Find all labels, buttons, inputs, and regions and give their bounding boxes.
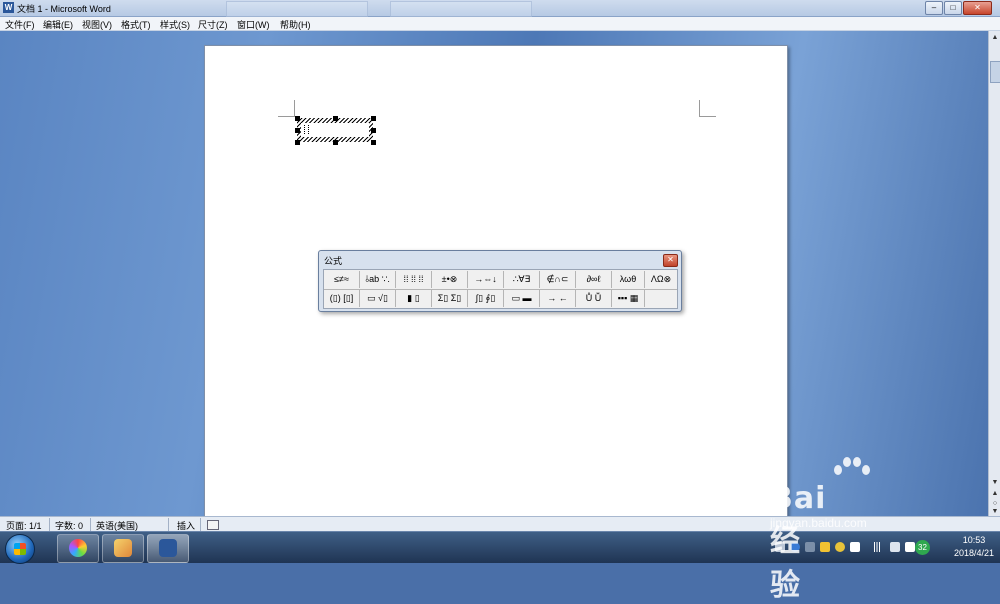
scroll-up-button[interactable]: ▲: [990, 33, 1000, 43]
clock[interactable]: 10:53 2018/4/21: [954, 534, 994, 560]
resize-handle[interactable]: [371, 116, 376, 121]
fraction-radical-palette[interactable]: ▭ √▯: [360, 289, 396, 307]
equation-object[interactable]: [297, 118, 373, 142]
resize-handle[interactable]: [371, 128, 376, 133]
misc-symbols-palette[interactable]: ∂∞ℓ: [576, 271, 612, 288]
taskbar: 32 10:53 2018/4/21: [0, 531, 1000, 564]
greek-lowercase-palette[interactable]: λωθ: [612, 271, 645, 288]
volume-icon[interactable]: [890, 542, 900, 552]
status-divider: [168, 518, 169, 531]
start-button[interactable]: [5, 534, 35, 564]
menu-window[interactable]: 窗口(W): [237, 18, 270, 31]
resize-handle[interactable]: [333, 140, 338, 145]
input-method-icon[interactable]: [905, 542, 915, 552]
equation-placeholder-slot[interactable]: [304, 125, 309, 134]
resize-handle[interactable]: [295, 140, 300, 145]
close-toolbar-button[interactable]: ✕: [663, 254, 678, 267]
menu-view[interactable]: 视图(V): [82, 18, 112, 31]
minimize-button[interactable]: –: [925, 1, 943, 15]
status-divider: [90, 518, 91, 531]
margin-corner-mark: [699, 100, 716, 117]
taskbar-word-button[interactable]: [147, 534, 189, 563]
equation-palette-grid: ≤≠≈ ⫰ab ∵. ⁞⁞ ⁞⁞ ⁞⁞ ±•⊗ →⇔↓ ∴∀∃ ∉∩⊂ ∂∞ℓ …: [323, 269, 678, 309]
proofing-icon[interactable]: [207, 520, 219, 530]
summation-palette[interactable]: Σ▯ Σ▯: [432, 289, 468, 307]
arrow-symbols-palette[interactable]: →⇔↓: [468, 271, 504, 288]
equation-toolbar-title: 公式: [324, 256, 343, 266]
status-divider: [49, 518, 50, 531]
taskbar-app-button[interactable]: [57, 534, 99, 563]
title-bar: W 文档 1 - Microsoft Word – □ ✕: [0, 0, 1000, 17]
equation-toolbar[interactable]: 公式 ✕ ≤≠≈ ⫰ab ∵. ⁞⁞ ⁞⁞ ⁞⁞ ±•⊗ →⇔↓ ∴∀∃ ∉∩⊂…: [318, 250, 682, 312]
status-divider: [200, 518, 201, 531]
relational-symbols-palette[interactable]: ≤≠≈: [324, 271, 360, 288]
scroll-down-button[interactable]: ▼: [990, 478, 1000, 488]
clock-time: 10:53: [962, 535, 986, 545]
resize-handle[interactable]: [333, 116, 338, 121]
greek-uppercase-palette[interactable]: ΛΩ⊗: [645, 271, 677, 288]
subscript-superscript-palette[interactable]: ▮ ▯: [396, 289, 432, 307]
color-wheel-app-icon: [69, 539, 87, 557]
labeled-arrow-palette[interactable]: → ←: [540, 289, 576, 307]
products-set-theory-palette[interactable]: Ů Ṻ: [576, 289, 612, 307]
taskbar-app-button[interactable]: [102, 534, 144, 563]
margin-corner-mark: [278, 100, 295, 117]
resize-handle[interactable]: [295, 128, 300, 133]
network-signal-icon[interactable]: [872, 542, 882, 552]
watermark-url: jingyan.baidu.com: [770, 516, 867, 530]
close-button[interactable]: ✕: [963, 1, 992, 15]
integral-palette[interactable]: ∫▯ ∮▯: [468, 289, 504, 307]
clock-date: 2018/4/21: [953, 548, 994, 558]
menu-help[interactable]: 帮助(H): [280, 18, 311, 31]
background-window-tab: [390, 1, 532, 17]
matrix-templates-palette[interactable]: ▪▪▪ ▦: [612, 289, 645, 307]
tray-counter-badge[interactable]: 32: [915, 540, 930, 555]
maximize-button[interactable]: □: [944, 1, 962, 15]
windows-logo-icon: [14, 543, 26, 555]
underbar-overbar-palette[interactable]: ▭ ▬: [504, 289, 540, 307]
equation-editing-area[interactable]: [301, 123, 369, 137]
previous-page-button[interactable]: ▲: [990, 489, 1000, 499]
background-window-tab: [226, 1, 368, 17]
antivirus-tray-icon[interactable]: [835, 542, 845, 552]
word-app-icon[interactable]: W: [3, 2, 14, 13]
resize-handle[interactable]: [295, 116, 300, 121]
operator-symbols-palette[interactable]: ±•⊗: [432, 271, 468, 288]
menu-size[interactable]: 尺寸(Z): [198, 18, 228, 31]
watermark-brand: Bai 经验: [770, 481, 827, 603]
menu-bar: 文件(F) 编辑(E) 视图(V) 格式(T) 样式(S) 尺寸(Z) 窗口(W…: [0, 17, 1000, 31]
word-taskbar-icon: [159, 539, 177, 557]
resize-handle[interactable]: [371, 140, 376, 145]
window-title: 文档 1 - Microsoft Word: [17, 4, 111, 14]
paw-logo-icon: [830, 455, 870, 485]
vertical-scrollbar[interactable]: ▲ ▼ ▲ ○ ▼: [988, 31, 1000, 516]
embellishments-palette[interactable]: ⁞⁞ ⁞⁞ ⁞⁞: [396, 271, 432, 288]
flag-tray-icon[interactable]: [850, 542, 860, 552]
scroll-thumb[interactable]: [990, 61, 1000, 83]
set-theory-palette[interactable]: ∉∩⊂: [540, 271, 576, 288]
menu-edit[interactable]: 编辑(E): [43, 18, 73, 31]
menu-format[interactable]: 格式(T): [121, 18, 151, 31]
fence-templates-palette[interactable]: (▯) [▯]: [324, 289, 360, 307]
menu-style[interactable]: 样式(S): [160, 18, 190, 31]
empty-palette-slot: [645, 289, 677, 307]
paint-app-icon: [114, 539, 132, 557]
spaces-ellipses-palette[interactable]: ⫰ab ∵.: [360, 271, 396, 288]
logical-symbols-palette[interactable]: ∴∀∃: [504, 271, 540, 288]
menu-file[interactable]: 文件(F): [5, 18, 35, 31]
